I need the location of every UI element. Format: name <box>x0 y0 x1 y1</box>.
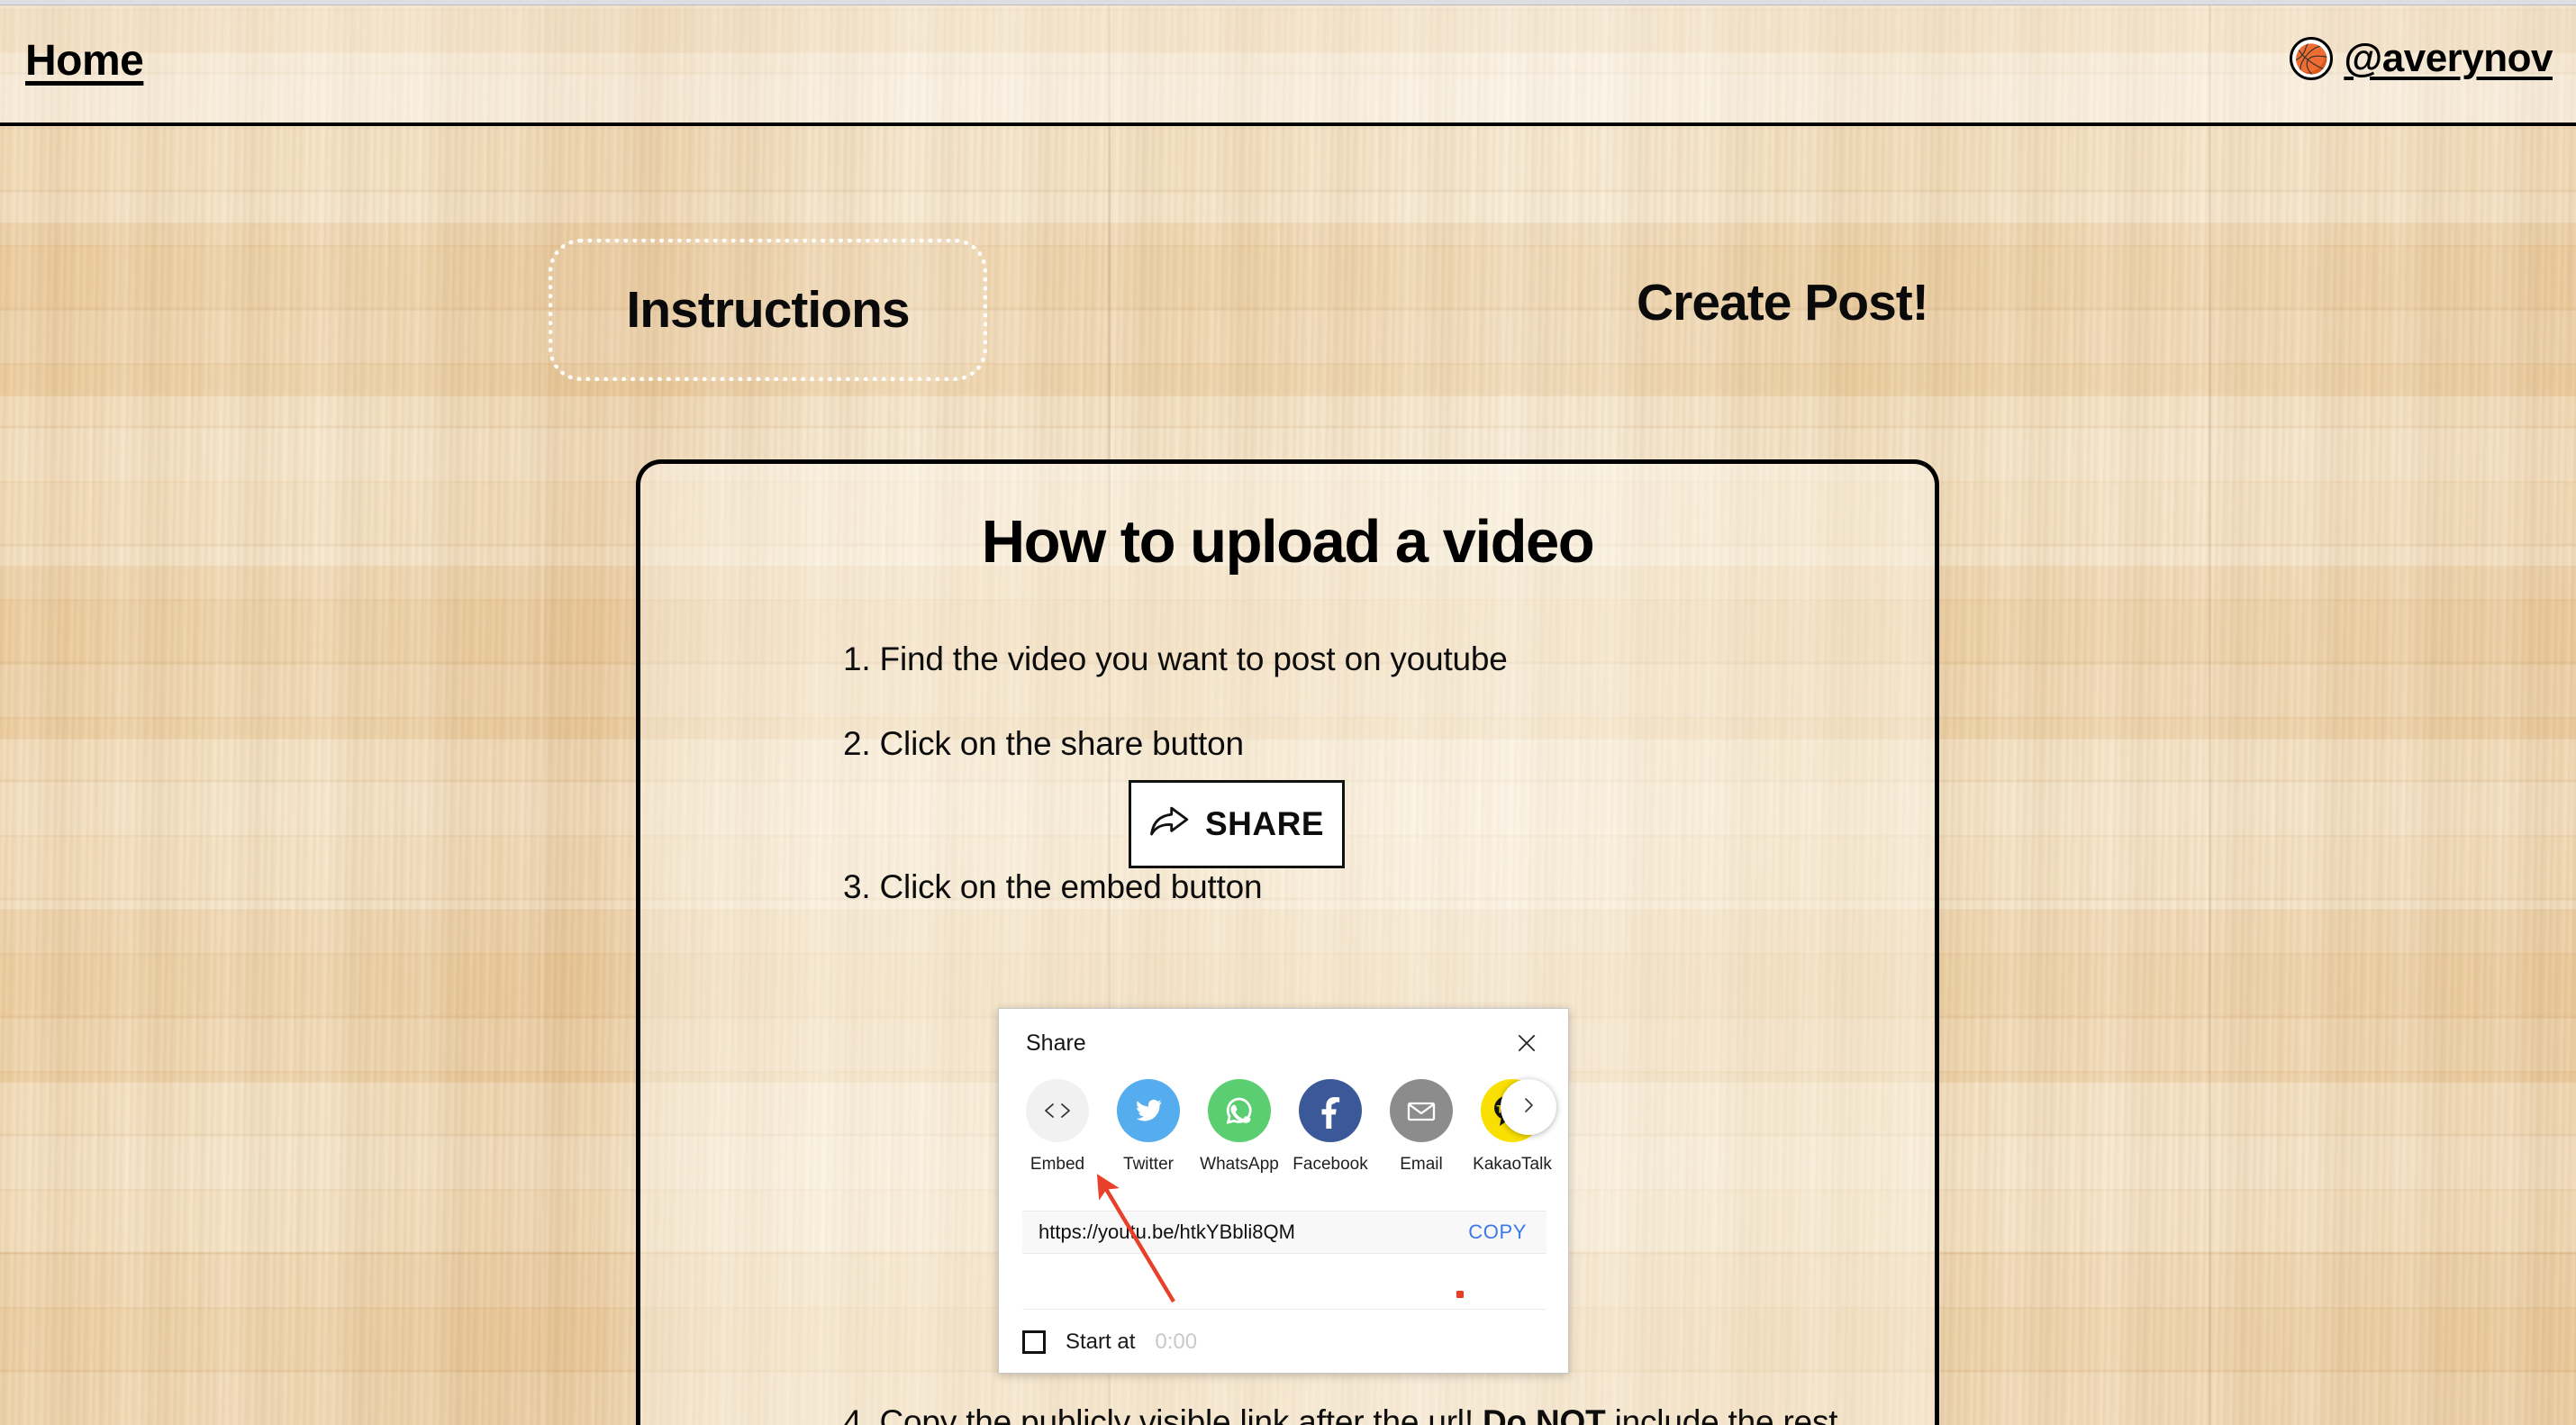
facebook-f-icon <box>1299 1079 1362 1142</box>
share-option-embed[interactable]: Embed <box>1026 1079 1089 1175</box>
list-item: 2. Click on the share button <box>843 725 1244 763</box>
social-share-row: Embed Twitter WhatsApp Facebook Email Ka… <box>1026 1079 1552 1175</box>
site-header: Home 🏀 @averynov <box>0 5 2576 126</box>
share-dialog: Share Embed Twitter WhatsApp Facebook Em… <box>998 1008 1569 1374</box>
list-item-step4: 4. Copy the publicly visible link after … <box>843 1403 1838 1425</box>
tab-instructions[interactable]: Instructions <box>549 239 987 381</box>
share-url-text: https://youtu.be/htkYBbli8QM <box>1039 1221 1295 1243</box>
whatsapp-icon <box>1208 1079 1271 1142</box>
step4-emphasis: Do NOT <box>1483 1403 1606 1425</box>
start-at-label: Start at <box>1066 1330 1136 1354</box>
start-at-checkbox[interactable] <box>1022 1330 1046 1354</box>
twitter-bird-icon <box>1117 1079 1180 1142</box>
close-button[interactable] <box>1509 1027 1545 1063</box>
basketball-emoji-icon: 🏀 <box>2294 42 2329 75</box>
step4-suffix: include the rest <box>1605 1403 1838 1425</box>
tab-create-post-label: Create Post! <box>1637 274 1929 331</box>
share-button[interactable]: SHARE <box>1129 780 1345 868</box>
share-option-twitter[interactable]: Twitter <box>1117 1079 1180 1175</box>
list-item: 3. Click on the embed button <box>843 867 1263 905</box>
share-option-facebook[interactable]: Facebook <box>1293 1079 1368 1175</box>
share-url-row[interactable]: https://youtu.be/htkYBbli8QM COPY <box>1022 1211 1547 1254</box>
annotation-dot <box>1456 1291 1464 1298</box>
step4-mid: link after the url! <box>1239 1403 1483 1425</box>
card-title: How to upload a video <box>981 508 1595 576</box>
tab-create-post[interactable]: Create Post! <box>1637 273 1929 332</box>
avatar: 🏀 <box>2290 37 2334 80</box>
step4-prefix: 4. Copy the publicly visible <box>843 1403 1240 1425</box>
share-option-label: WhatsApp <box>1200 1155 1279 1174</box>
share-option-label: Facebook <box>1293 1155 1368 1174</box>
share-button-label: SHARE <box>1204 805 1325 842</box>
share-dialog-title: Share <box>1026 1030 1086 1056</box>
share-option-label: KakaoTalk <box>1473 1155 1552 1174</box>
chevron-right-icon <box>1519 1096 1537 1119</box>
start-at-row: Start at 0:00 <box>1022 1309 1547 1355</box>
share-option-label: Twitter <box>1123 1155 1174 1174</box>
share-arrow-icon <box>1149 806 1189 843</box>
share-option-email[interactable]: Email <box>1390 1079 1453 1175</box>
share-option-label: Email <box>1400 1155 1443 1174</box>
share-option-label: Embed <box>1029 1155 1085 1174</box>
user-account-area[interactable]: 🏀 @averynov <box>2290 36 2553 81</box>
copy-button[interactable]: COPY <box>1468 1221 1527 1244</box>
next-page-button[interactable] <box>1501 1079 1556 1135</box>
list-item: 1. Find the video you want to post on yo… <box>843 640 1508 677</box>
user-handle-link[interactable]: @averynov <box>2344 36 2553 81</box>
envelope-icon <box>1390 1079 1453 1142</box>
browser-top-strip <box>0 0 2576 5</box>
close-icon <box>1515 1031 1538 1059</box>
code-brackets-icon <box>1026 1079 1089 1142</box>
home-link[interactable]: Home <box>25 36 144 86</box>
share-option-whatsapp[interactable]: WhatsApp <box>1200 1079 1279 1175</box>
tab-instructions-label: Instructions <box>626 281 910 339</box>
start-at-time[interactable]: 0:00 <box>1155 1330 1197 1355</box>
